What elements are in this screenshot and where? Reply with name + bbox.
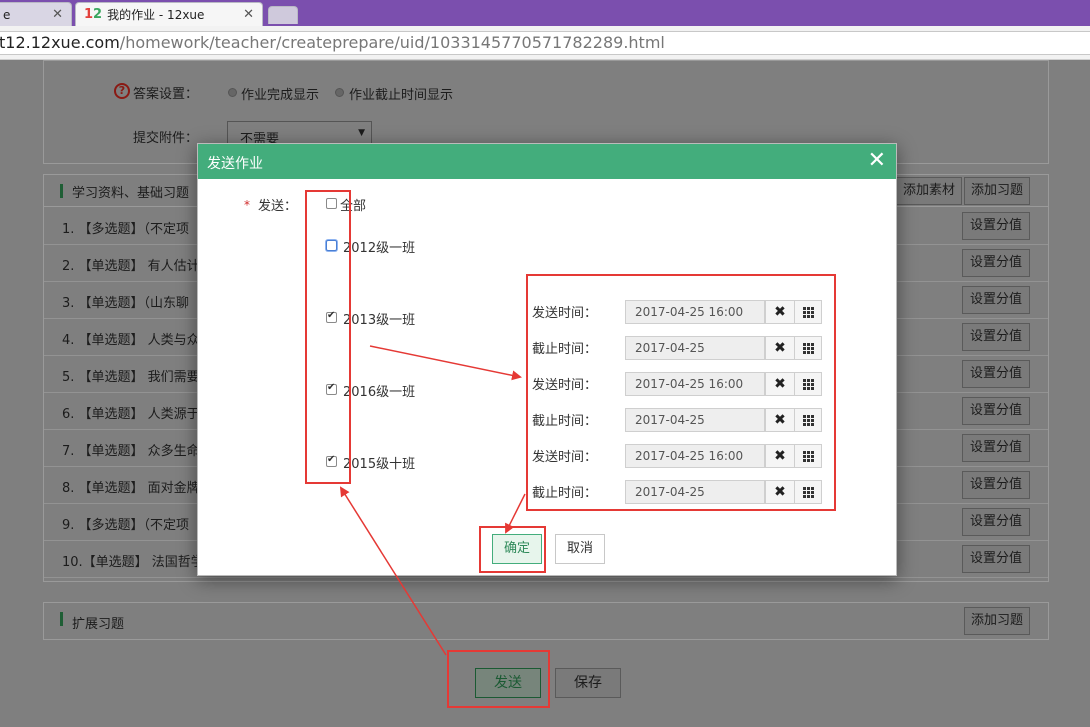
add-exercise-button[interactable]: 添加习题 <box>964 177 1030 205</box>
select-all-checkbox[interactable] <box>326 198 337 209</box>
question-text: 4. 【单选题】 人类与众 <box>62 333 200 348</box>
save-button[interactable]: 保存 <box>555 668 621 698</box>
question-text: 2. 【单选题】 有人估计 <box>62 259 200 274</box>
dialog-title: 发送作业 <box>207 156 263 172</box>
select-all-label: 全部 <box>340 199 367 214</box>
add-material-button[interactable]: 添加素材 <box>896 177 962 205</box>
send-time-label: 发送时间： <box>532 306 598 321</box>
send-time-label: 发送时间： <box>532 378 598 393</box>
url-path: /homework/teacher/createprepare/uid/1033… <box>119 33 665 52</box>
deadline-input[interactable]: 2017-04-25 <box>625 480 765 504</box>
class-label: 2015级十班 <box>343 457 416 472</box>
extension-title: 扩展习题 <box>72 617 125 632</box>
send-time-input[interactable]: 2017-04-25 16:00 <box>625 372 765 396</box>
add-extension-exercise-button[interactable]: 添加习题 <box>964 607 1030 635</box>
required-mark: * <box>244 198 250 212</box>
browser-tab-previous[interactable]: e ✕ <box>0 2 72 26</box>
clear-icon[interactable]: ✖ <box>765 408 795 432</box>
clear-icon[interactable]: ✖ <box>765 336 795 360</box>
attachment-label: 提交附件： <box>133 131 199 146</box>
class-label: 2016级一班 <box>343 385 416 400</box>
clear-icon[interactable]: ✖ <box>765 480 795 504</box>
chevron-down-icon: ▼ <box>358 128 365 138</box>
radio-answer-on-complete[interactable] <box>228 88 237 97</box>
question-text: 9. 【多选题】（不定项 <box>62 518 190 533</box>
radio-label: 作业完成显示 <box>241 88 320 103</box>
question-text: 6. 【单选题】 人类源于 <box>62 407 200 422</box>
set-score-button[interactable]: 设置分值 <box>962 397 1030 425</box>
section-marker <box>60 184 63 198</box>
deadline-label: 截止时间： <box>532 342 598 357</box>
calendar-grid-icon[interactable] <box>794 372 822 396</box>
question-text: 3. 【单选题】（山东聊 <box>62 296 190 311</box>
send-time-label: 发送时间： <box>532 450 598 465</box>
cancel-button[interactable]: 取消 <box>555 534 605 564</box>
set-score-button[interactable]: 设置分值 <box>962 471 1030 499</box>
question-text: 1. 【多选题】（不定项 <box>62 222 190 237</box>
set-score-button[interactable]: 设置分值 <box>962 323 1030 351</box>
address-bar-area: t12.12xue.com/homework/teacher/createpre… <box>0 26 1090 60</box>
deadline-input[interactable]: 2017-04-25 <box>625 408 765 432</box>
class-label: 2012级一班 <box>343 241 416 256</box>
close-tab-icon[interactable]: ✕ <box>243 7 254 22</box>
calendar-grid-icon[interactable] <box>794 444 822 468</box>
materials-title: 学习资料、基础习题 <box>72 186 190 201</box>
question-text: 8. 【单选题】 面对金牌 <box>62 481 200 496</box>
extension-panel: 扩展习题 添加习题 <box>43 602 1049 640</box>
url-field[interactable]: t12.12xue.com/homework/teacher/createpre… <box>0 31 1090 55</box>
close-tab-icon[interactable]: ✕ <box>52 7 63 22</box>
class-label: 2013级一班 <box>343 313 416 328</box>
section-marker <box>60 612 63 626</box>
set-score-button[interactable]: 设置分值 <box>962 360 1030 388</box>
browser-tab-active[interactable]: 12 我的作业 - 12xue ✕ <box>75 2 263 26</box>
set-score-button[interactable]: 设置分值 <box>962 508 1030 536</box>
close-icon[interactable]: ✕ <box>868 148 886 174</box>
deadline-label: 截止时间： <box>532 486 598 501</box>
set-score-button[interactable]: 设置分值 <box>962 545 1030 573</box>
class-checkbox[interactable] <box>326 454 337 467</box>
calendar-grid-icon[interactable] <box>794 480 822 504</box>
send-to-label: 发送： <box>258 199 298 214</box>
radio-label: 作业截止时间显示 <box>349 88 454 103</box>
calendar-grid-icon[interactable] <box>794 300 822 324</box>
radio-answer-on-deadline[interactable] <box>335 88 344 97</box>
browser-tab-strip: e ✕ 12 我的作业 - 12xue ✕ <box>0 0 1090 26</box>
calendar-grid-icon[interactable] <box>794 336 822 360</box>
new-tab-button[interactable] <box>268 6 298 24</box>
set-score-button[interactable]: 设置分值 <box>962 286 1030 314</box>
set-score-button[interactable]: 设置分值 <box>962 212 1030 240</box>
clear-icon[interactable]: ✖ <box>765 372 795 396</box>
send-time-input[interactable]: 2017-04-25 16:00 <box>625 444 765 468</box>
deadline-label: 截止时间： <box>532 414 598 429</box>
help-icon[interactable]: ? <box>114 83 130 99</box>
confirm-button[interactable]: 确定 <box>492 534 542 564</box>
question-text: 5. 【单选题】 我们需要 <box>62 370 200 385</box>
send-homework-dialog: 发送作业 ✕ * 发送： 全部 2012级一班 2013级一班 2016级一班 … <box>197 143 897 576</box>
site-logo-icon: 12 <box>84 7 103 22</box>
url-host: t12.12xue.com <box>0 33 120 52</box>
clear-icon[interactable]: ✖ <box>765 300 795 324</box>
send-button[interactable]: 发送 <box>475 668 541 698</box>
dialog-header: 发送作业 ✕ <box>198 144 896 179</box>
answer-setting-label: 答案设置： <box>133 87 199 102</box>
tab-label: 我的作业 - 12xue <box>107 8 205 22</box>
clear-icon[interactable]: ✖ <box>765 444 795 468</box>
deadline-input[interactable]: 2017-04-25 <box>625 336 765 360</box>
tab-label: e <box>3 7 11 22</box>
class-checkbox[interactable] <box>326 310 337 323</box>
class-checkbox[interactable] <box>326 382 337 395</box>
set-score-button[interactable]: 设置分值 <box>962 434 1030 462</box>
set-score-button[interactable]: 设置分值 <box>962 249 1030 277</box>
question-text: 10.【单选题】 法国哲学 <box>62 555 204 570</box>
class-checkbox[interactable] <box>326 240 337 251</box>
question-text: 7. 【单选题】 众多生命 <box>62 444 200 459</box>
calendar-grid-icon[interactable] <box>794 408 822 432</box>
send-time-input[interactable]: 2017-04-25 16:00 <box>625 300 765 324</box>
